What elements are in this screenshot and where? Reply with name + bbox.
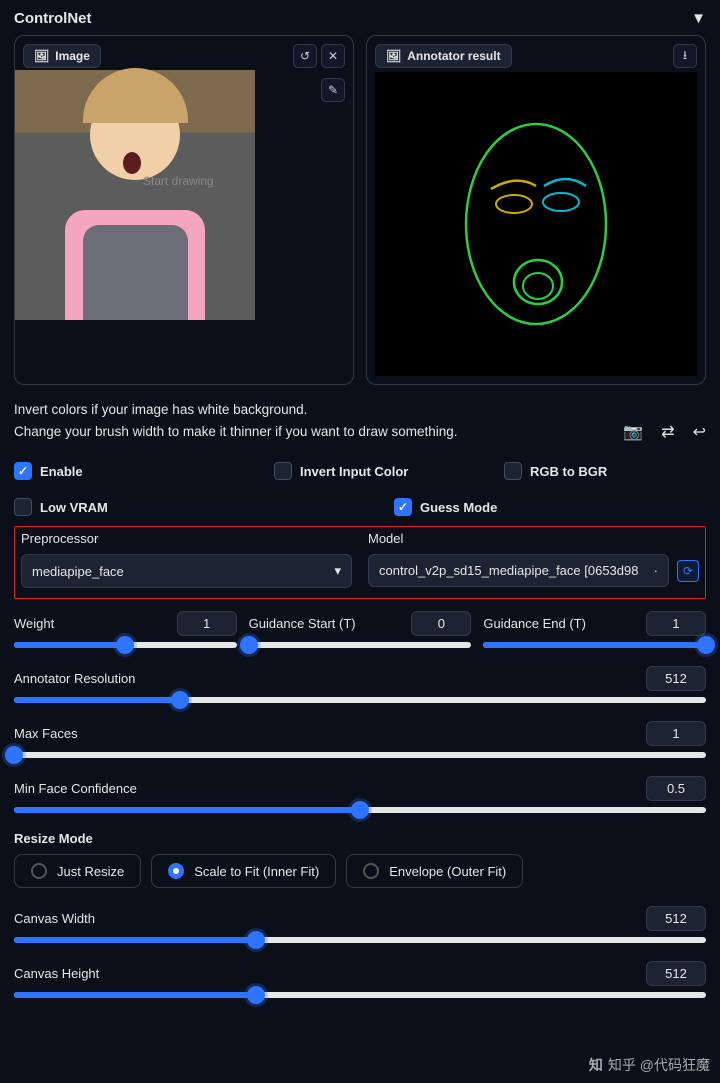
panel-title: ControlNet xyxy=(14,10,92,27)
maxfaces-slider[interactable] xyxy=(14,752,706,758)
preprocessor-select[interactable]: mediapipe_face ▾ xyxy=(21,554,352,588)
enable-checkbox[interactable] xyxy=(14,462,32,480)
cwidth-label: Canvas Width xyxy=(14,911,95,926)
image-icon: 🖼 xyxy=(386,49,401,63)
cwidth-slider[interactable] xyxy=(14,937,706,943)
enable-label: Enable xyxy=(40,464,83,479)
watermark: 知知乎 @代码狂魔 xyxy=(589,1055,710,1075)
chevron-down-icon: ▾ xyxy=(334,563,341,579)
annres-value[interactable]: 512 xyxy=(646,666,706,691)
annotator-tab-label: Annotator result xyxy=(407,49,500,63)
cheight-slider[interactable] xyxy=(14,992,706,998)
annotator-canvas xyxy=(375,72,697,376)
weight-label: Weight xyxy=(14,616,54,631)
gend-label: Guidance End (T) xyxy=(483,616,586,631)
gstart-slider[interactable] xyxy=(249,642,472,648)
cheight-label: Canvas Height xyxy=(14,966,99,981)
maxfaces-value[interactable]: 1 xyxy=(646,721,706,746)
image-icon: 🖼 xyxy=(34,49,49,63)
weight-slider[interactable] xyxy=(14,642,237,648)
resize-scale-radio[interactable]: Scale to Fit (Inner Fit) xyxy=(151,854,336,888)
swap-icon[interactable]: ⇄ xyxy=(661,422,674,442)
resize-just-radio[interactable]: Just Resize xyxy=(14,854,141,888)
rgb2bgr-checkbox[interactable] xyxy=(504,462,522,480)
gstart-label: Guidance Start (T) xyxy=(249,616,356,631)
maxfaces-label: Max Faces xyxy=(14,726,78,741)
invert-checkbox[interactable] xyxy=(274,462,292,480)
preprocessor-label: Preprocessor xyxy=(21,531,352,546)
weight-value[interactable]: 1 xyxy=(177,611,237,636)
minface-label: Min Face Confidence xyxy=(14,781,137,796)
guess-label: Guess Mode xyxy=(420,500,497,515)
minface-slider[interactable] xyxy=(14,807,706,813)
model-select[interactable]: control_v2p_sd15_mediapipe_face [0653d98… xyxy=(368,554,669,587)
camera-icon[interactable]: 📷 xyxy=(623,422,643,442)
undo-icon[interactable]: ↺ xyxy=(293,44,317,68)
image-tab-label: Image xyxy=(55,49,90,63)
annotator-panel: 🖼 Annotator result ⭳ xyxy=(366,35,706,385)
highlighted-section: Preprocessor mediapipe_face ▾ Model cont… xyxy=(14,526,706,599)
resize-mode-label: Resize Mode xyxy=(14,831,706,846)
image-tab[interactable]: 🖼 Image xyxy=(23,44,101,68)
gstart-value[interactable]: 0 xyxy=(411,611,471,636)
invert-label: Invert Input Color xyxy=(300,464,408,479)
lowvram-label: Low VRAM xyxy=(40,500,108,515)
cwidth-value[interactable]: 512 xyxy=(646,906,706,931)
pencil-icon[interactable]: ✎ xyxy=(321,78,345,102)
source-photo xyxy=(15,70,255,320)
refresh-model-button[interactable]: ⟳ xyxy=(677,560,699,582)
collapse-icon[interactable]: ▼ xyxy=(691,10,706,27)
return-icon[interactable]: ↩ xyxy=(693,422,706,442)
annotator-tab: 🖼 Annotator result xyxy=(375,44,512,68)
gend-value[interactable]: 1 xyxy=(646,611,706,636)
download-icon[interactable]: ⭳ xyxy=(673,44,697,68)
draw-hint-text: Start drawing xyxy=(143,174,214,188)
cheight-value[interactable]: 512 xyxy=(646,961,706,986)
hint-text: Invert colors if your image has white ba… xyxy=(14,399,611,442)
chevron-down-icon: · xyxy=(654,563,658,578)
rgb2bgr-label: RGB to BGR xyxy=(530,464,607,479)
resize-envelope-radio[interactable]: Envelope (Outer Fit) xyxy=(346,854,523,888)
source-image-panel[interactable]: 🖼 Image ↺ ✕ ✎ Start drawing xyxy=(14,35,354,385)
close-icon[interactable]: ✕ xyxy=(321,44,345,68)
gend-slider[interactable] xyxy=(483,642,706,648)
minface-value[interactable]: 0.5 xyxy=(646,776,706,801)
lowvram-checkbox[interactable] xyxy=(14,498,32,516)
annres-slider[interactable] xyxy=(14,697,706,703)
annres-label: Annotator Resolution xyxy=(14,671,135,686)
guess-checkbox[interactable] xyxy=(394,498,412,516)
model-label: Model xyxy=(368,531,699,546)
